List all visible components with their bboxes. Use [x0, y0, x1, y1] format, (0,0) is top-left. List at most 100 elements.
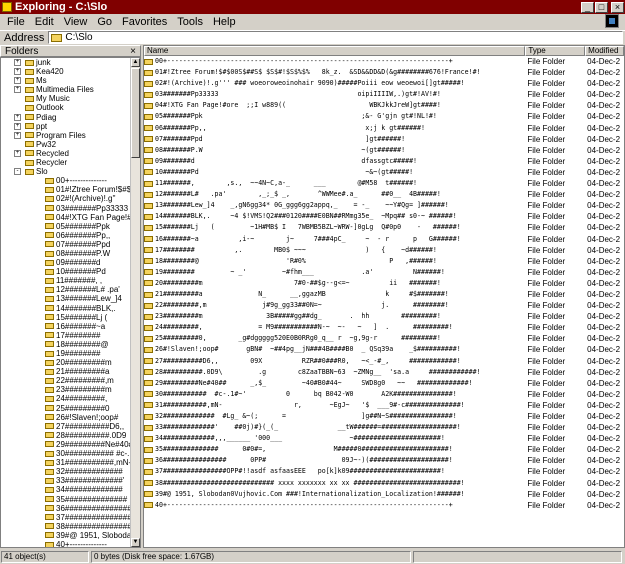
- list-item[interactable]: 20#########m 7#0-##$g--g<=~ ii #######! F…: [144, 278, 624, 289]
- menu-view[interactable]: View: [59, 16, 93, 28]
- list-item-name-cell[interactable]: 18########@ 'R#0% P ,######!: [144, 256, 525, 267]
- tree-item[interactable]: 19########: [1, 349, 140, 358]
- list-item-name-cell[interactable]: 22#########,m j#9g_gg33##0N=~ j. #######…: [144, 300, 525, 311]
- list-item-name-cell[interactable]: 32############# #Lg_ &~(; = ]g##N~S#####…: [144, 411, 525, 422]
- tree-item[interactable]: + junk: [1, 58, 140, 67]
- list-item[interactable]: 17######## ,. MB0$ ~~~ ) { ~d######! File…: [144, 245, 624, 256]
- list-item[interactable]: 04#!XTG Fan Page!#ore ;;I w889(( WBKJkkJ…: [144, 100, 624, 111]
- tree-item[interactable]: 17########: [1, 331, 140, 340]
- tree-item[interactable]: 08#######P.W: [1, 249, 140, 258]
- tree-item[interactable]: 00+--------------: [1, 176, 140, 185]
- list-item-name-cell[interactable]: 11#######, ,s., ~~4N~C,a-_ ___ @#M58 t##…: [144, 178, 525, 189]
- tree-item[interactable]: 14#######BLK,.: [1, 304, 140, 313]
- list-item-name-cell[interactable]: 33#############' ##0j)#}(_(_ __tW######=…: [144, 422, 525, 433]
- tree-item[interactable]: 07#######Ppd: [1, 240, 140, 249]
- menu-file[interactable]: File: [2, 16, 30, 28]
- tree-item[interactable]: 26#!Slaven!;oop#: [1, 413, 140, 422]
- tree-scroll-thumb[interactable]: [131, 68, 140, 158]
- list-item[interactable]: 30########### #c-.1#~' 0 bq B042-W0 A2K#…: [144, 389, 624, 400]
- list-item-name-cell[interactable]: 31###########,mN- r, ~EgJ~ '$ ___9#-c###…: [144, 400, 525, 411]
- list-item-name-cell[interactable]: 19######## ~ _' ~#fhm___ .a' N######!: [144, 267, 525, 278]
- list-item-name-cell[interactable]: 26#!Slaven!;oop# gBN# ~##4pg__jN###4B###…: [144, 344, 525, 355]
- list-item-name-cell[interactable]: 27##########D6,, 09X RZR##0###R0, ~<_-#_…: [144, 356, 525, 367]
- maximize-button[interactable]: □: [595, 1, 608, 13]
- tree-item[interactable]: 20#########m: [1, 358, 140, 367]
- expand-icon[interactable]: +: [14, 77, 21, 85]
- list-item[interactable]: 10#######Pd ~&~(gt#####! File Folder 04-De…: [144, 167, 624, 178]
- tree-item[interactable]: 18########@: [1, 340, 140, 349]
- list-item-name-cell[interactable]: 28##########.0D9\ .g c8ZaaTBBN~63 ~ZMNg_…: [144, 367, 525, 378]
- list-item-name-cell[interactable]: 37################OPP#!!asdf asfaasEEE p…: [144, 466, 525, 477]
- tree-item[interactable]: 28##########.0D9: [1, 431, 140, 440]
- tree-item[interactable]: 24#########,: [1, 394, 140, 403]
- list-item[interactable]: 38############################ xxxx xxxx…: [144, 478, 624, 489]
- list-item[interactable]: 28##########.0D9\ .g c8ZaaTBBN~63 ~ZMNg_…: [144, 367, 624, 378]
- tree-item[interactable]: 05#######Ppk: [1, 222, 140, 231]
- list-item[interactable]: 31###########,mN- r, ~EgJ~ '$ ___9#-c###…: [144, 400, 624, 411]
- list-item-name-cell[interactable]: 00+-------------------------------------…: [144, 56, 525, 67]
- list-item[interactable]: 13#######Lew_]4 _,gN6gg34* 0G_ggg6gg2app…: [144, 200, 624, 211]
- tree-item[interactable]: 11#######, ,: [1, 276, 140, 285]
- file-list[interactable]: Name Type Modified 00+------------------…: [143, 45, 625, 548]
- tree-item[interactable]: 12#######L# .pa': [1, 285, 140, 294]
- list-item[interactable]: 39#@ 1951, Slobodan0Vujhovic.Com ###!Int…: [144, 489, 624, 500]
- address-field[interactable]: C:\Slo: [48, 31, 623, 44]
- list-item-name-cell[interactable]: 20#########m 7#0-##$g--g<=~ ii #######!: [144, 278, 525, 289]
- list-item[interactable]: 26#!Slaven!;oop# gBN# ~##4pg__jN###4B###…: [144, 344, 624, 355]
- tree-item[interactable]: 33#############': [1, 476, 140, 485]
- expand-icon[interactable]: +: [14, 149, 21, 157]
- column-header-name[interactable]: Name: [144, 46, 526, 56]
- menu-go[interactable]: Go: [92, 16, 117, 28]
- close-button[interactable]: ×: [611, 1, 624, 13]
- list-item-name-cell[interactable]: 04#!XTG Fan Page!#ore ;;I w889(( WBKJkkJ…: [144, 100, 525, 111]
- list-item[interactable]: 12#######L# .pa' ,_;_$ _, ^WWMee#.a_ ##0…: [144, 189, 624, 200]
- menu-help[interactable]: Help: [208, 16, 241, 28]
- list-item[interactable]: 15#######Lj ( ~1H#MB$ I 7WBMB5BZL~WRW-]0…: [144, 222, 624, 233]
- list-item-name-cell[interactable]: 29#########Ne#40## _,$_ ~40#B0#44~ SWD8g…: [144, 378, 525, 389]
- tree-item[interactable]: 15#######Lj (: [1, 313, 140, 322]
- list-item[interactable]: 22#########,m j#9g_gg33##0N=~ j. #######…: [144, 300, 624, 311]
- tree-item[interactable]: 27##########D6,,: [1, 422, 140, 431]
- collapse-icon[interactable]: -: [14, 168, 21, 176]
- tree-item[interactable]: 31###########,mN-: [1, 458, 140, 467]
- tree-item[interactable]: 30########### #c-.: [1, 449, 140, 458]
- tree-item[interactable]: 02#!(Archive)!.g'': [1, 194, 140, 203]
- tree-scrollbar[interactable]: ▲ ▼: [130, 58, 140, 547]
- tree-item[interactable]: My Music: [1, 94, 140, 103]
- list-item[interactable]: 18########@ 'R#0% P ,######! File Folder 0…: [144, 256, 624, 267]
- list-item[interactable]: 36################ 0PP# 09J~-)(#########…: [144, 455, 624, 466]
- menu-edit[interactable]: Edit: [30, 16, 59, 28]
- list-item[interactable]: 00+-------------------------------------…: [144, 56, 624, 67]
- tree-item[interactable]: - Slo: [1, 167, 140, 176]
- tree-item[interactable]: + Kea420: [1, 67, 140, 76]
- list-item-name-cell[interactable]: 25#########0, _g#dggggg520E0B0RRg0_q__ r…: [144, 333, 525, 344]
- minimize-button[interactable]: _: [581, 1, 594, 13]
- list-item-name-cell[interactable]: 02#!(Archive)!.g''' ### woeoroweoinohair…: [144, 78, 525, 89]
- list-item[interactable]: 33#############' ##0j)#}(_(_ __tW######=…: [144, 422, 624, 433]
- tree-item[interactable]: 36################: [1, 504, 140, 513]
- list-item-name-cell[interactable]: 15#######Lj ( ~1H#MB$ I 7WBMB5BZL~WRW-]0…: [144, 222, 525, 233]
- list-item[interactable]: 19######## ~ _' ~#fhm___ .a' N######! Fil…: [144, 267, 624, 278]
- tree-item[interactable]: + Ms: [1, 76, 140, 85]
- list-item-name-cell[interactable]: 13#######Lew_]4 _,gN6gg34* 0G_ggg6gg2app…: [144, 200, 525, 211]
- list-item-name-cell[interactable]: 01#!Ztree Forum!$#$00S$##S$ $S$#!$S$%$% …: [144, 67, 525, 78]
- tree-item[interactable]: 16#######~a: [1, 322, 140, 331]
- menu-tools[interactable]: Tools: [172, 16, 208, 28]
- title-bar[interactable]: Exploring - C:\Slo _ □ ×: [0, 0, 625, 14]
- tree-item[interactable]: 06#######Pp,,: [1, 231, 140, 240]
- tree-item[interactable]: 13#######Lew_]4: [1, 294, 140, 303]
- scroll-down-arrow-icon[interactable]: ▼: [131, 538, 140, 547]
- list-item-name-cell[interactable]: 21#########a N_ __,ggazMB k #$#######!: [144, 289, 525, 300]
- list-item-name-cell[interactable]: 23#########m 3B#####gg##dg_ . hh #######…: [144, 311, 525, 322]
- list-item-name-cell[interactable]: 24#########, = M9###########N-~ ~- ~ ] .…: [144, 322, 525, 333]
- scroll-up-arrow-icon[interactable]: ▲: [131, 58, 140, 67]
- address-value[interactable]: C:\Slo: [65, 32, 92, 43]
- tree-item[interactable]: 25#########0: [1, 404, 140, 413]
- tree-item[interactable]: 40+--------------: [1, 540, 140, 547]
- tree-item[interactable]: 39#@ 1951, Slobodan: [1, 531, 140, 540]
- list-item-name-cell[interactable]: 17######## ,. MB0$ ~~~ ) { ~d######!: [144, 245, 525, 256]
- list-item-name-cell[interactable]: 36################ 0PP# 09J~-)(#########…: [144, 455, 525, 466]
- tree-item[interactable]: + Multimedia Files: [1, 85, 140, 94]
- tree-item[interactable]: + Recycled: [1, 149, 140, 158]
- list-item[interactable]: 09#######d dfassgtc#####! File Folder 04-D…: [144, 156, 624, 167]
